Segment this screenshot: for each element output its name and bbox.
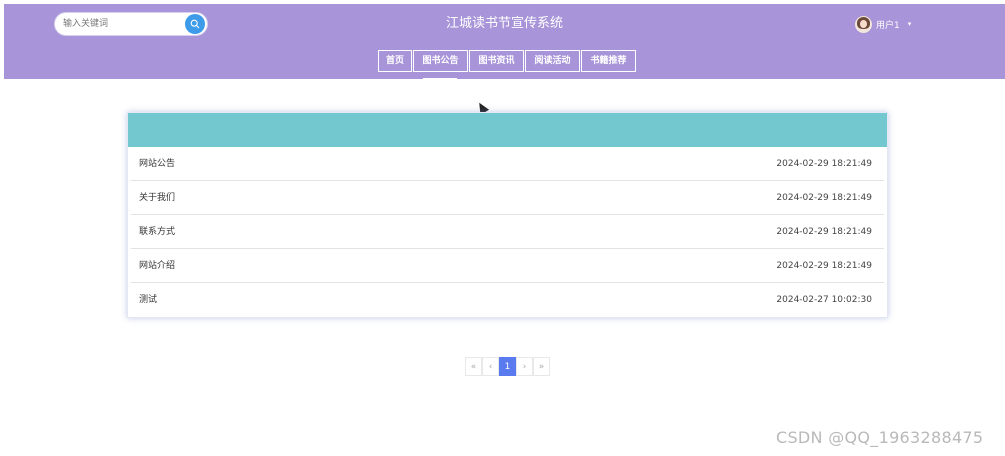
list-item[interactable]: 网站介绍 2024-02-29 18:21:49: [131, 249, 884, 283]
list-item[interactable]: 联系方式 2024-02-29 18:21:49: [131, 215, 884, 249]
list-item-title[interactable]: 联系方式: [139, 215, 175, 249]
next-page-button[interactable]: ›: [516, 357, 533, 376]
list-item-time: 2024-02-27 10:02:30: [776, 295, 872, 305]
nav-item-book-recommend[interactable]: 书籍推荐: [581, 50, 636, 72]
search-button[interactable]: [185, 14, 205, 34]
notice-list-panel: 网站公告 2024-02-29 18:21:49 关于我们 2024-02-29…: [127, 112, 888, 318]
page-number-button[interactable]: 1: [499, 357, 516, 376]
list-item-time: 2024-02-29 18:21:49: [776, 193, 872, 203]
chevron-down-icon[interactable]: ▾: [908, 20, 912, 28]
watermark: CSDN @QQ_1963288475: [776, 428, 984, 447]
list-item[interactable]: 关于我们 2024-02-29 18:21:49: [131, 181, 884, 215]
nav-menu: 首页 图书公告 图书资讯 阅读活动 书籍推荐: [378, 50, 637, 72]
search-input[interactable]: [63, 16, 175, 32]
nav-item-book-notice[interactable]: 图书公告: [413, 50, 468, 72]
search-box[interactable]: [54, 12, 208, 36]
user-menu[interactable]: 用户1 ▾: [855, 15, 911, 33]
list-header: [128, 113, 887, 147]
username[interactable]: 用户1: [876, 18, 900, 31]
nav-item-reading-activity[interactable]: 阅读活动: [525, 50, 580, 72]
first-page-button[interactable]: «: [465, 357, 482, 376]
top-bar: 江城读书节宣传系统 用户1 ▾: [4, 4, 1005, 44]
pagination: « ‹ 1 › »: [465, 357, 550, 376]
prev-page-button[interactable]: ‹: [482, 357, 499, 376]
page: 江城读书节宣传系统 用户1 ▾ 首页 图书公告 图书资讯 阅读活动 书籍推荐 网…: [0, 0, 1005, 456]
avatar[interactable]: [855, 15, 872, 33]
list-item[interactable]: 网站公告 2024-02-29 18:21:49: [131, 147, 884, 181]
list-item[interactable]: 测试 2024-02-27 10:02:30: [131, 283, 884, 317]
list-item-title[interactable]: 网站介绍: [139, 249, 175, 283]
list-item-time: 2024-02-29 18:21:49: [776, 159, 872, 169]
active-tab-indicator: [423, 78, 457, 80]
nav-bar: 首页 图书公告 图书资讯 阅读活动 书籍推荐: [4, 44, 1005, 79]
avatar-face: [860, 19, 867, 28]
last-page-button[interactable]: »: [533, 357, 550, 376]
list-item-title[interactable]: 关于我们: [139, 181, 175, 215]
list-item-time: 2024-02-29 18:21:49: [776, 227, 872, 237]
list-item-title[interactable]: 测试: [139, 283, 157, 317]
search-icon: [190, 19, 200, 29]
nav-item-book-news[interactable]: 图书资讯: [469, 50, 524, 72]
list-item-time: 2024-02-29 18:21:49: [776, 261, 872, 271]
list-item-title[interactable]: 网站公告: [139, 147, 175, 181]
nav-item-home[interactable]: 首页: [378, 50, 412, 72]
